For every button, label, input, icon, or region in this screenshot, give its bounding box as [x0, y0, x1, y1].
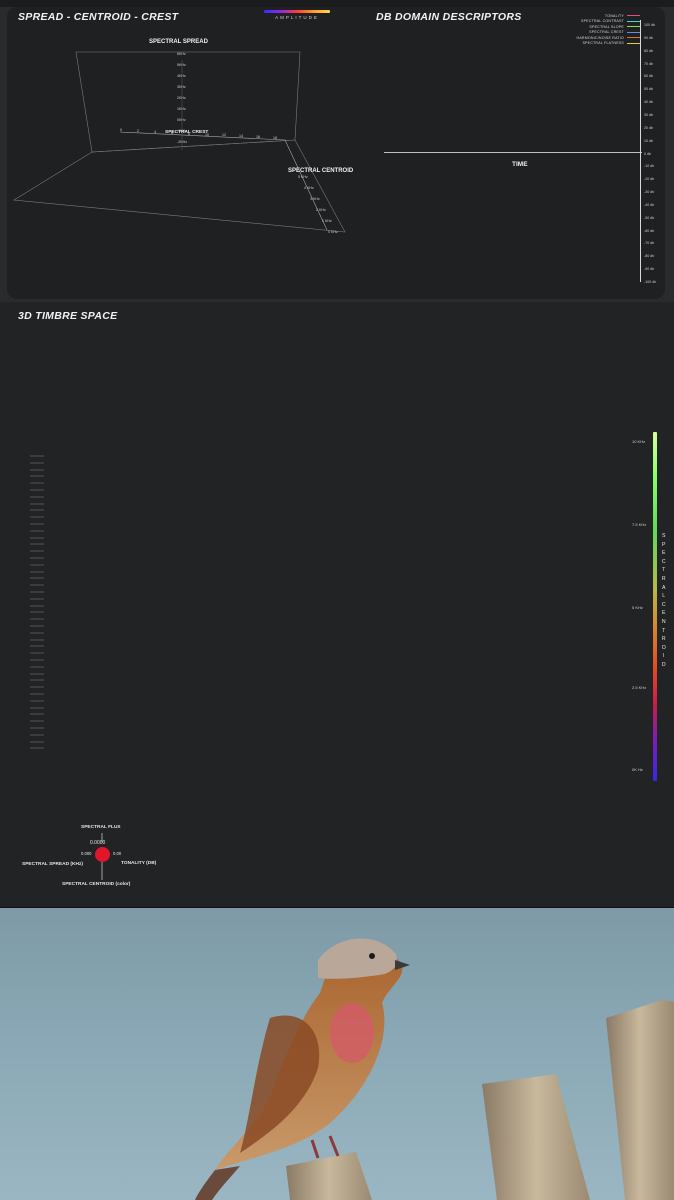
bird-eye — [369, 953, 375, 959]
spectral-flux-value: 0.0000 — [90, 840, 106, 846]
fence-post-perch — [286, 1152, 372, 1200]
bird-legs — [310, 1135, 340, 1159]
timbre-dot — [95, 847, 110, 862]
tonality-value: 0.00 — [113, 851, 122, 856]
tonality-glyph-label: TONALITY (DB) — [121, 861, 157, 866]
bird-beak — [395, 960, 410, 970]
spectral-spread-value: 0.000 — [81, 851, 92, 856]
bird-head — [318, 938, 397, 979]
bird-red-breast — [330, 1003, 374, 1063]
spectral-flux-label: SPECTRAL FLUX — [81, 825, 121, 830]
fence-post-middle — [482, 1074, 590, 1200]
spectral-spread-glyph-label: SPECTRAL SPREAD (KHz) — [22, 862, 83, 867]
glyph-connector-lines — [101, 833, 103, 880]
fence-post-far — [606, 1000, 674, 1200]
spectral-centroid-glyph-label: SPECTRAL CENTROID (color) — [62, 882, 131, 887]
bird-photo — [0, 908, 674, 1200]
bird-on-fence-illustration — [195, 938, 674, 1200]
bird-tail — [195, 1166, 240, 1200]
